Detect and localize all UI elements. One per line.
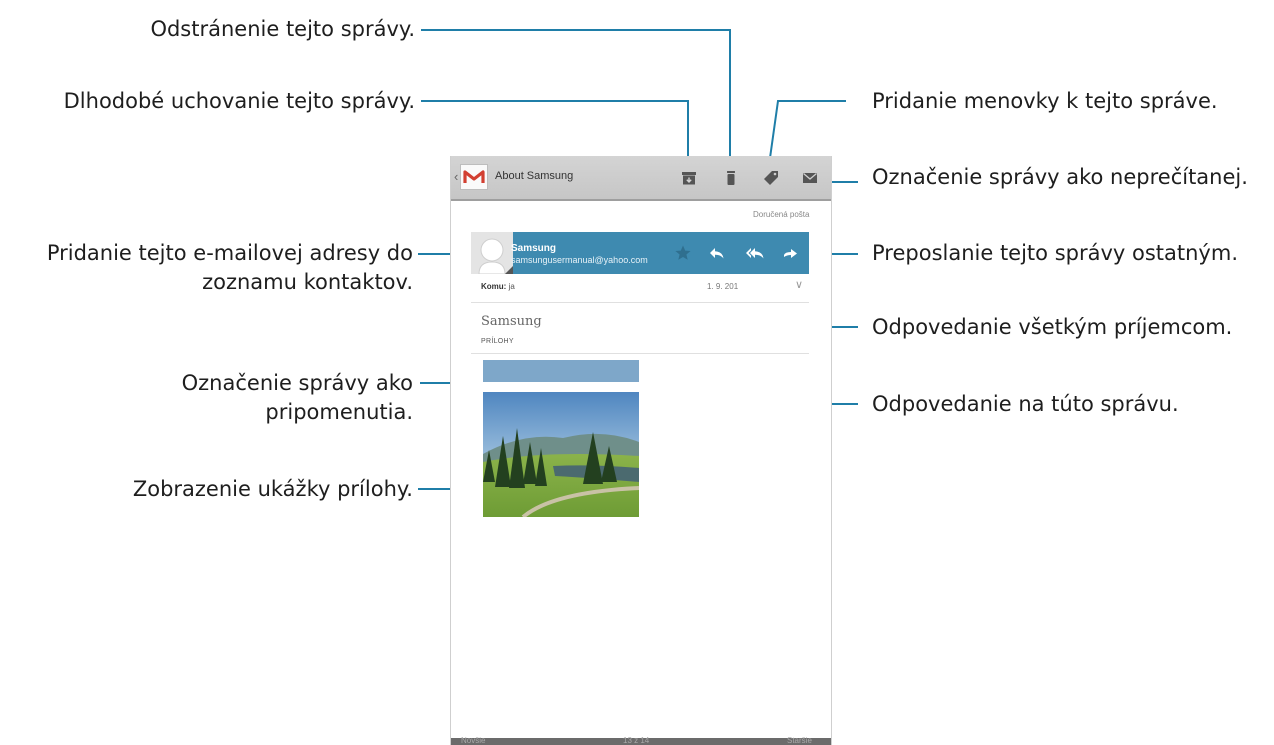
conversation-title: About Samsung — [495, 170, 574, 182]
reply-all-icon[interactable] — [745, 244, 764, 262]
star-icon[interactable] — [674, 244, 692, 262]
expand-chevron-icon[interactable]: ∨ — [795, 278, 803, 291]
sender-email: samsungusermanual@yahoo.com — [511, 255, 648, 265]
trash-icon[interactable] — [722, 169, 740, 187]
callout-line-delete — [421, 29, 731, 160]
callout-reply-all: Odpovedanie všetkým príjemcom. — [872, 315, 1233, 339]
callout-mark-unread: Označenie správy ako neprečítanej. — [872, 165, 1248, 189]
attachment-bar[interactable] — [483, 360, 639, 382]
attachments-header: PRÍLOHY — [481, 338, 514, 345]
sender-name: Samsung — [511, 243, 557, 254]
mark-unread-mail-icon[interactable] — [801, 169, 819, 187]
callout-add-contact-line1: Pridanie tejto e-mailovej adresy do — [46, 241, 413, 265]
action-bar: ‹ About Samsung — [451, 156, 831, 201]
attachment-preview-image[interactable] — [483, 392, 639, 517]
callout-star-line2: pripomenutia. — [265, 400, 413, 424]
to-value: ja — [508, 282, 515, 291]
callout-forward: Preposlanie tejto správy ostatným. — [872, 241, 1238, 265]
callout-preview-attachment: Zobrazenie ukážky prílohy. — [132, 477, 413, 501]
divider — [471, 353, 809, 354]
forward-icon[interactable] — [782, 244, 800, 262]
message-subject: Samsung — [481, 314, 542, 329]
newer-button[interactable]: Novšie — [461, 736, 485, 745]
recipient-row[interactable]: Komu: ja — [481, 282, 515, 291]
divider — [471, 302, 809, 303]
callout-star-line1: Označenie správy ako — [181, 371, 413, 395]
contact-avatar[interactable] — [471, 232, 513, 275]
reply-icon[interactable] — [708, 244, 726, 262]
message-date: 1. 9. 201 — [707, 282, 739, 291]
message-position: 13 z 14 — [623, 736, 650, 745]
bottom-navigation-bar: Novšie 13 z 14 Staršie — [451, 736, 831, 745]
callout-label: Pridanie menovky k tejto správe. — [872, 89, 1218, 113]
folder-label[interactable]: Doručená pošta — [753, 210, 809, 219]
to-label: Komu: — [481, 282, 507, 291]
older-button[interactable]: Staršie — [787, 736, 812, 745]
back-chevron-icon[interactable]: ‹ — [454, 169, 458, 184]
label-icon[interactable] — [762, 169, 780, 187]
callout-archive: Dlhodobé uchovanie tejto správy. — [63, 89, 415, 113]
callout-delete: Odstránenie tejto správy. — [150, 17, 415, 41]
callout-reply: Odpovedanie na túto správu. — [872, 392, 1179, 416]
archive-icon[interactable] — [680, 169, 698, 187]
callout-add-contact-line2: zoznamu kontaktov. — [202, 270, 413, 294]
callout-line-label — [769, 100, 846, 159]
email-screen: ‹ About Samsung Doručená pošta Samsung s… — [450, 156, 832, 745]
gmail-logo-icon[interactable] — [460, 164, 488, 190]
callout-line-archive — [421, 100, 689, 160]
